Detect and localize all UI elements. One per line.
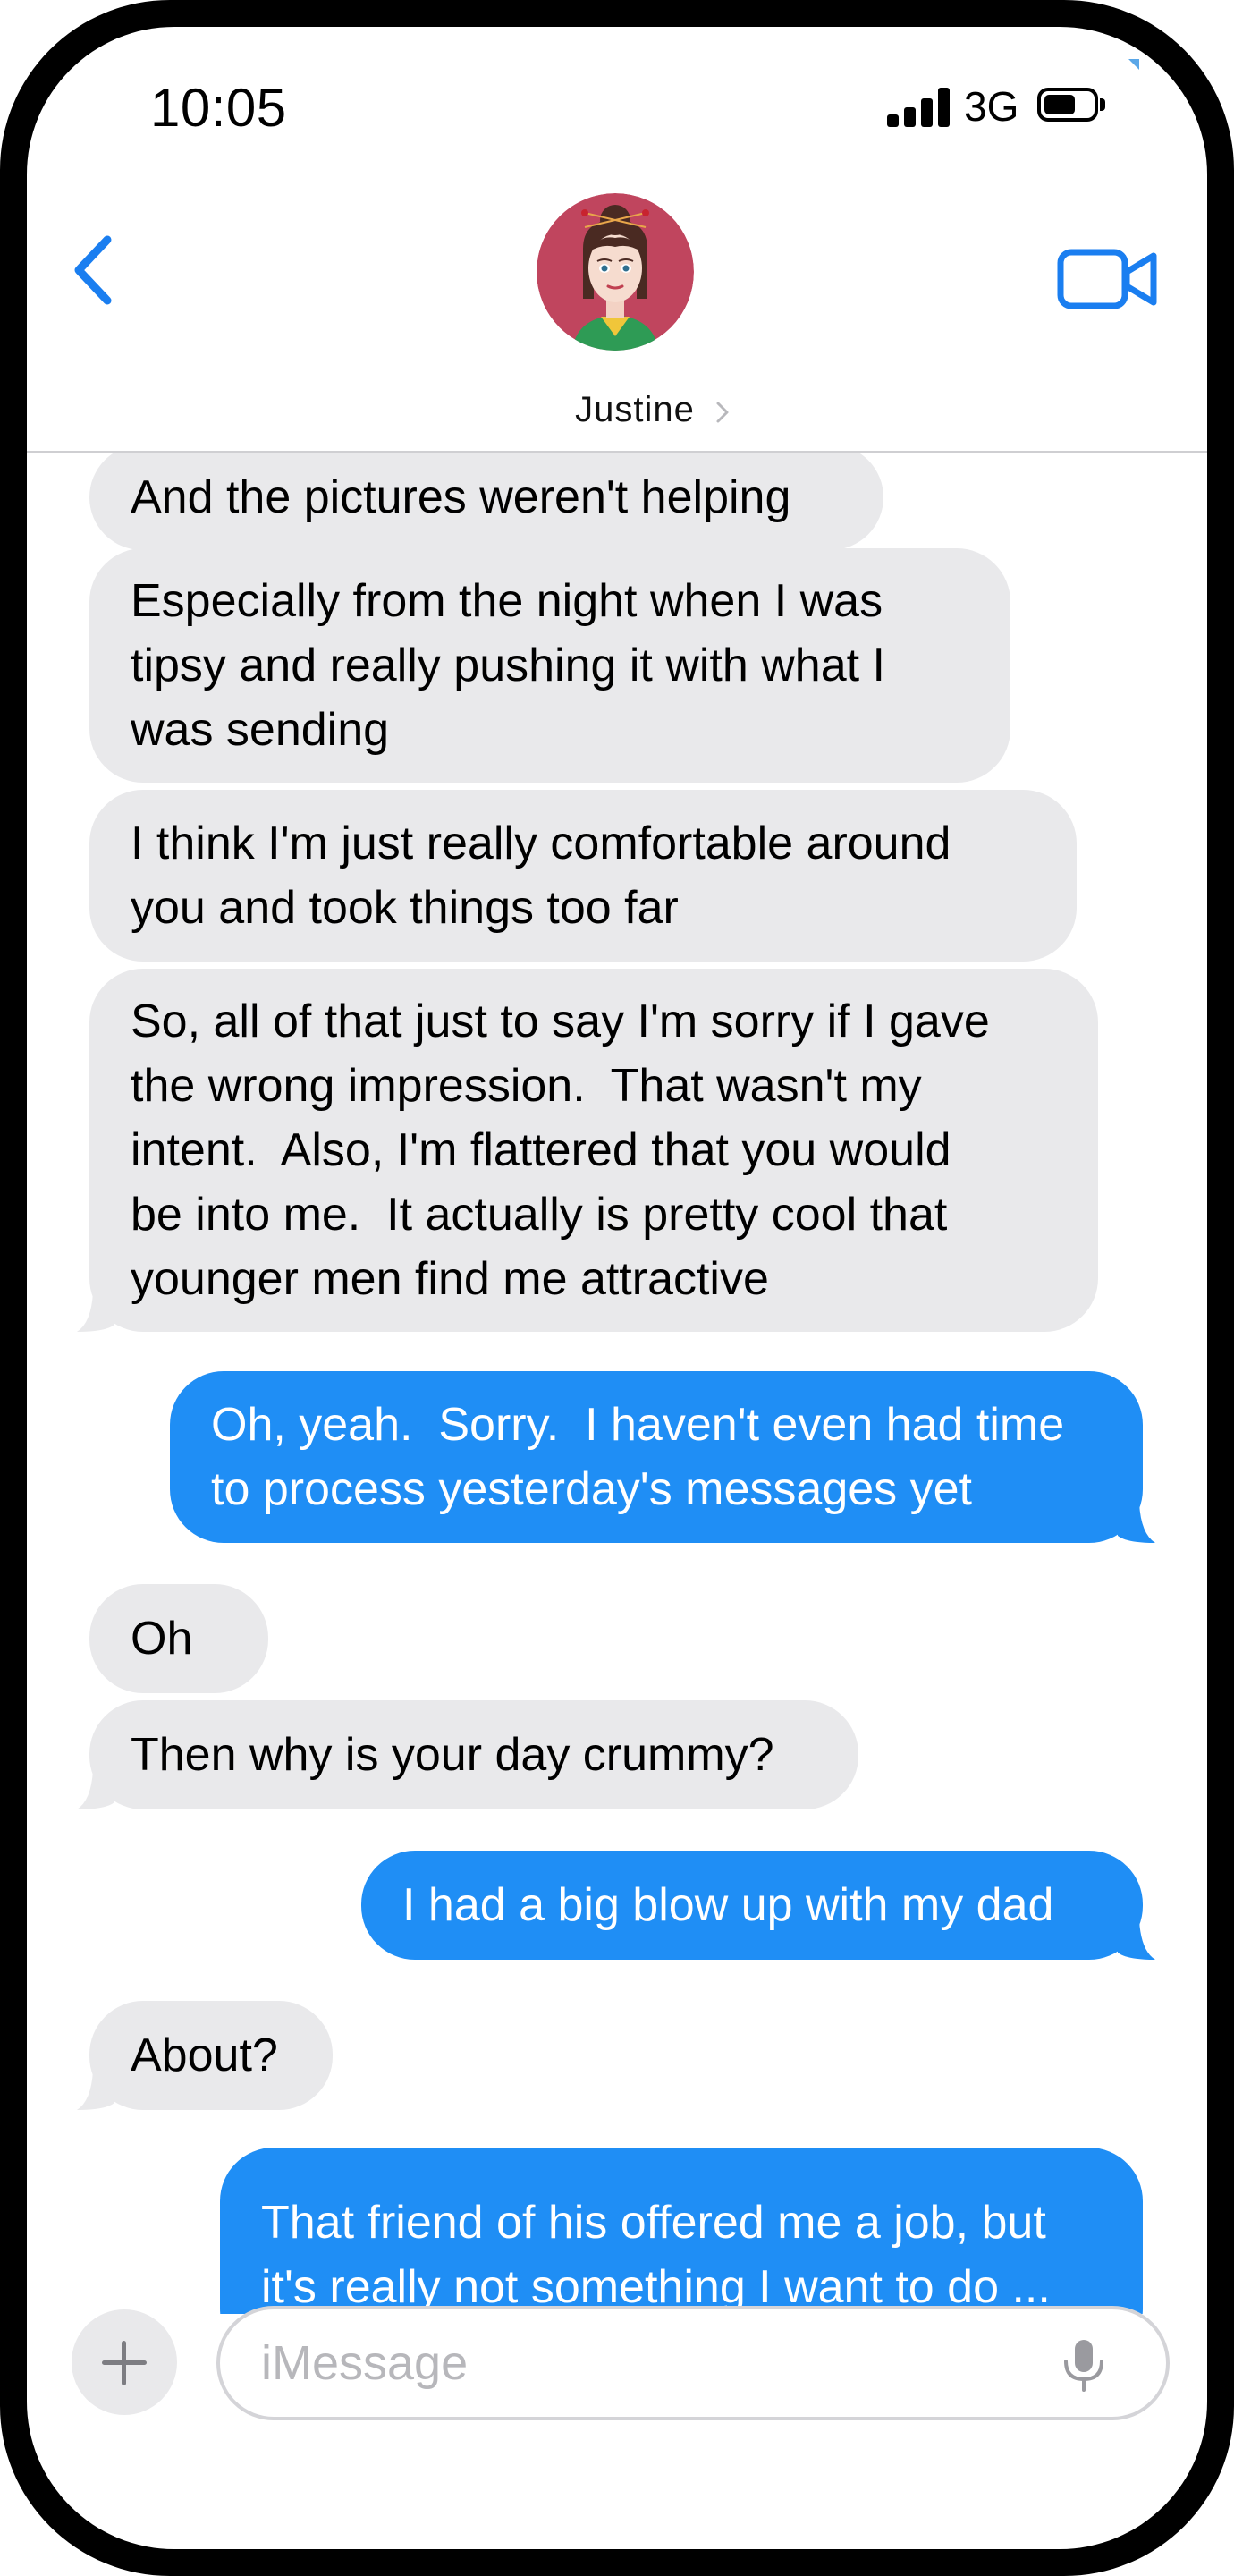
bubble-tail bbox=[77, 2071, 114, 2110]
back-chevron-icon bbox=[74, 235, 112, 305]
message-list[interactable]: And the pictures weren't helping Especial… bbox=[27, 453, 1207, 2314]
received-message-bubble[interactable]: Oh bbox=[89, 1584, 268, 1693]
received-message-bubble[interactable]: I think I'm just really comfortable arou… bbox=[89, 790, 1077, 962]
received-message-bubble[interactable]: Then why is your day crummy? bbox=[89, 1700, 858, 1809]
contact-name[interactable]: Justine bbox=[545, 390, 724, 430]
bubble-tail bbox=[77, 1292, 114, 1332]
received-message-bubble[interactable]: About? bbox=[89, 2001, 333, 2110]
bubble-tail bbox=[77, 1770, 114, 1809]
bubble-tail bbox=[1118, 1920, 1155, 1960]
battery-tip bbox=[1100, 98, 1105, 111]
message-input[interactable] bbox=[216, 2306, 1170, 2420]
received-message-bubble[interactable]: So, all of that just to say I'm sorry if… bbox=[89, 969, 1098, 1332]
bubble-tail bbox=[1118, 1504, 1155, 1543]
add-attachment-button[interactable] bbox=[72, 2309, 177, 2415]
battery-icon bbox=[1037, 88, 1098, 122]
screen: 10:05 3G Justine And the pictures weren'… bbox=[27, 27, 1207, 2549]
received-message-bubble[interactable]: And the pictures weren't helping bbox=[89, 453, 883, 550]
avatar-image bbox=[537, 193, 694, 351]
received-message-bubble[interactable]: Especially from the night when I was tip… bbox=[89, 548, 1010, 783]
video-camera-icon bbox=[1057, 249, 1157, 309]
back-button[interactable] bbox=[63, 215, 134, 322]
corner-indicator bbox=[1128, 59, 1139, 70]
sent-message-bubble[interactable]: That friend of his offered me a job, but… bbox=[220, 2148, 1143, 2314]
contact-avatar[interactable] bbox=[537, 193, 694, 351]
phone-frame: 10:05 3G Justine And the pictures weren'… bbox=[0, 0, 1234, 2576]
chevron-right-icon bbox=[716, 402, 729, 423]
network-label: 3G bbox=[964, 83, 1019, 130]
status-time: 10:05 bbox=[150, 78, 287, 138]
signal-icon bbox=[887, 88, 950, 127]
microphone-icon[interactable] bbox=[1059, 2334, 1109, 2394]
sent-message-bubble[interactable]: Oh, yeah. Sorry. I haven't even had time… bbox=[170, 1371, 1143, 1543]
sent-message-bubble[interactable]: I had a big blow up with my dad bbox=[361, 1851, 1143, 1960]
facetime-video-button[interactable] bbox=[1055, 240, 1162, 320]
